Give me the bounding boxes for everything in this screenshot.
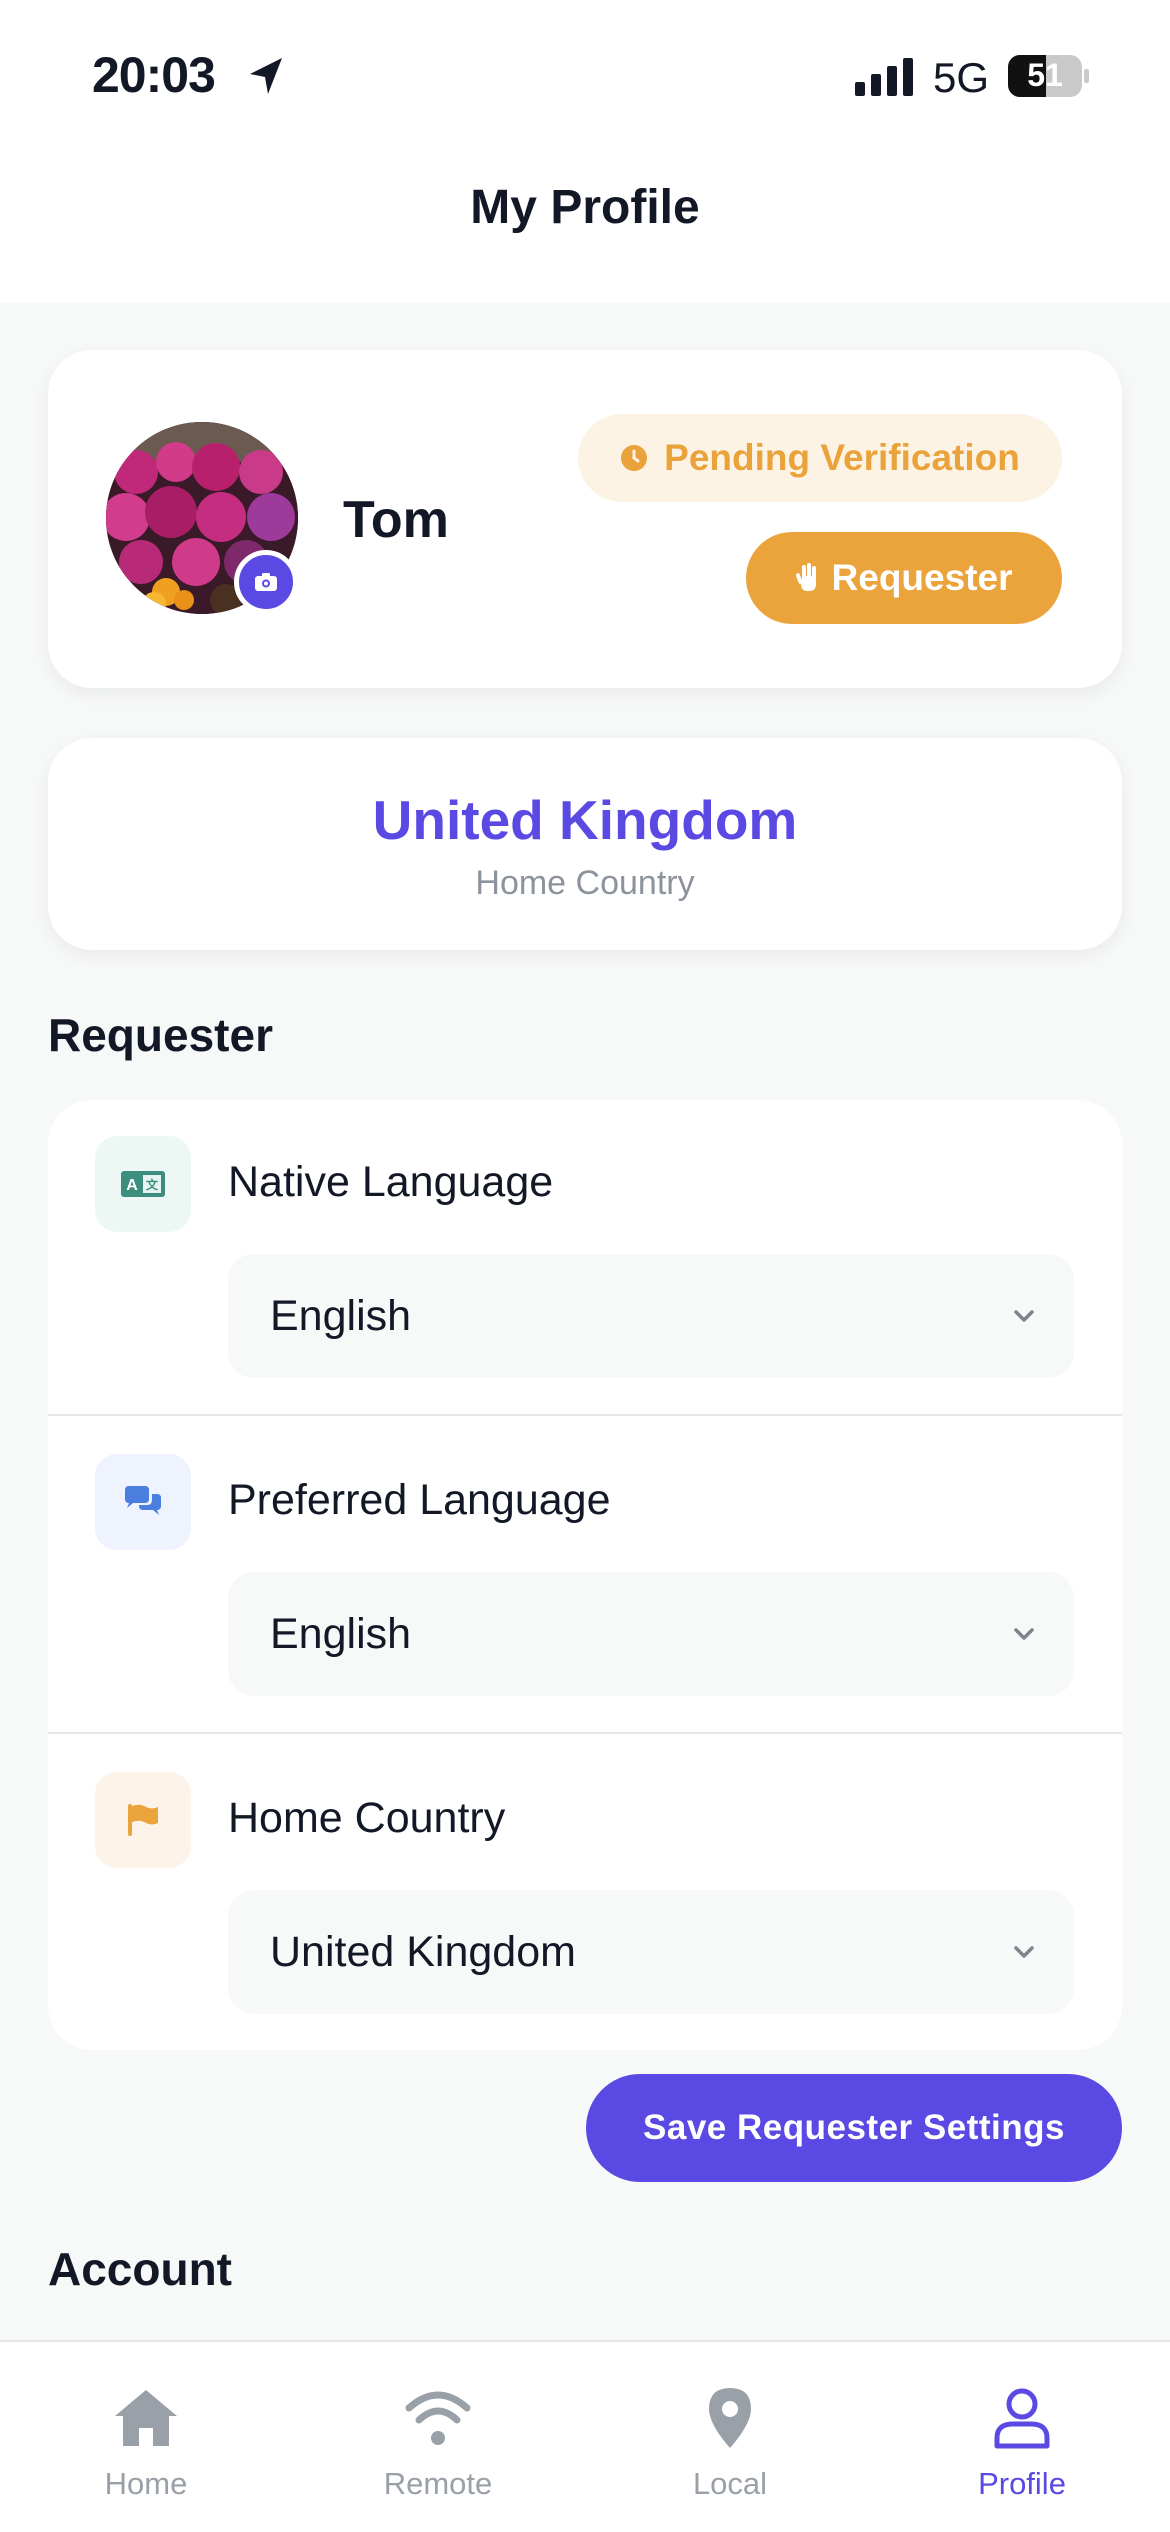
chevron-down-icon	[1014, 1628, 1034, 1640]
tab-remote-label: Remote	[383, 2466, 493, 2501]
camera-icon	[255, 573, 277, 591]
status-badge: Pending Verification	[578, 414, 1062, 502]
native-language-value: English	[270, 1292, 412, 1340]
preferred-language-value: English	[270, 1610, 412, 1658]
home-country-icon-box	[95, 1772, 191, 1868]
svg-text:A: A	[126, 1177, 138, 1194]
requester-settings-card: A 文 Native Language English Preferred La…	[48, 1100, 1122, 2050]
account-section-title: Account	[48, 2243, 232, 2295]
chat-bubbles-icon	[125, 1486, 161, 1515]
preferred-language-icon-box	[95, 1454, 191, 1550]
native-language-icon-box: A 文	[95, 1136, 191, 1232]
tab-home-label: Home	[104, 2466, 188, 2501]
chevron-down-icon	[1014, 1946, 1034, 1958]
status-badge-label: Pending Verification	[664, 437, 1020, 478]
home-country-label: Home Country	[228, 1794, 506, 1842]
chevron-down-icon	[1014, 1310, 1034, 1322]
tab-bar: Home Remote Local Profile	[0, 2340, 1170, 2532]
tab-local[interactable]: Local	[584, 2342, 876, 2532]
home-country-name: United Kingdom	[372, 789, 798, 851]
preferred-language-select[interactable]: English	[228, 1572, 1074, 1696]
home-country-select[interactable]: United Kingdom	[228, 1890, 1074, 2014]
wifi-icon	[405, 2391, 471, 2445]
hand-icon	[795, 563, 816, 591]
profile-name: Tom	[343, 491, 449, 549]
cellular-signal-icon	[855, 58, 913, 96]
divider	[48, 1732, 1122, 1734]
location-arrow-icon	[250, 58, 282, 94]
tab-profile[interactable]: Profile	[876, 2342, 1168, 2532]
divider	[48, 1414, 1122, 1416]
home-icon	[115, 2390, 177, 2446]
translate-icon: A 文	[121, 1171, 165, 1197]
home-country-caption: Home Country	[475, 864, 695, 902]
tab-home[interactable]: Home	[0, 2342, 292, 2532]
save-requester-settings-button[interactable]: Save Requester Settings	[586, 2074, 1122, 2182]
profile-card: Tom Pending Verification Requester	[48, 350, 1122, 688]
native-language-select[interactable]: English	[228, 1254, 1074, 1378]
tab-local-label: Local	[692, 2466, 768, 2501]
page-title: My Profile	[470, 181, 700, 234]
role-requester-button[interactable]: Requester	[746, 532, 1062, 624]
map-pin-icon	[709, 2388, 751, 2448]
home-country-row: Home Country United Kingdom	[48, 1736, 1122, 2054]
flag-icon	[128, 1804, 158, 1836]
network-type: 5G	[933, 54, 990, 101]
battery-icon: 51	[1008, 55, 1089, 97]
native-language-label: Native Language	[228, 1158, 554, 1206]
tab-profile-label: Profile	[978, 2466, 1066, 2501]
home-country-card: United Kingdom Home Country	[48, 738, 1122, 950]
preferred-language-row: Preferred Language English	[48, 1418, 1122, 1736]
user-icon	[994, 2388, 1050, 2449]
requester-section-title: Requester	[48, 1009, 273, 1061]
preferred-language-label: Preferred Language	[228, 1476, 611, 1524]
battery-level: 51	[1027, 57, 1063, 93]
home-country-value: United Kingdom	[270, 1928, 576, 1976]
clock-icon	[621, 445, 648, 471]
role-label: Requester	[831, 557, 1013, 598]
status-bar: 20:03 5G 51	[0, 0, 1170, 150]
native-language-row: A 文 Native Language English	[48, 1100, 1122, 1418]
change-photo-button[interactable]	[234, 550, 298, 614]
tab-remote[interactable]: Remote	[292, 2342, 584, 2532]
svg-text:文: 文	[146, 1177, 159, 1192]
status-time: 20:03	[92, 47, 216, 103]
